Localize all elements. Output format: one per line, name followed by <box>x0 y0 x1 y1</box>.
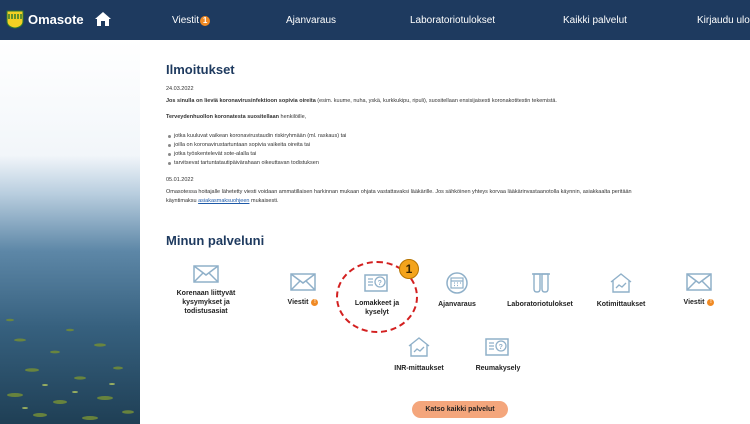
announcement-lead: Jos sinulla on lieviä koronavirusinfekti… <box>166 98 557 104</box>
nav-appointments[interactable]: Ajanvaraus <box>286 15 336 26</box>
alert-badge: ! <box>311 299 319 306</box>
envelope-icon <box>193 265 219 283</box>
service-tile-label: Korenaan liittyvät <box>176 290 236 297</box>
app-name[interactable]: Omasote <box>28 12 84 27</box>
service-tile-label: kysymykset ja <box>182 299 230 306</box>
main-content: Ilmoitukset 24.03.2022 Jos sinulla on li… <box>166 40 750 424</box>
announcements-title: Ilmoitukset <box>166 62 235 77</box>
see-all-services-button[interactable]: Katso kaikki palvelut <box>412 401 508 418</box>
list-item: jotka työskentelevät sote-alalla tai <box>166 150 346 159</box>
service-tile-label: Viestit <box>287 299 309 306</box>
home-chart-icon <box>610 273 632 293</box>
service-tile-label: INR-mittaukset <box>394 365 444 372</box>
lake-banner-image <box>0 40 140 424</box>
announcement-text-post: mukaisesti. <box>249 198 279 204</box>
my-services-title: Minun palveluni <box>166 233 265 248</box>
fee-instructions-link[interactable]: asiakasmaksuohjeen <box>198 198 249 204</box>
announcement-lead-rest: (esim. kuume, nuha, yskä, kurkkukipu, ri… <box>315 98 557 104</box>
service-tile-label-row: Viestit! <box>278 298 328 307</box>
service-tile-label: Viestit <box>683 299 705 306</box>
nav-messages[interactable]: Viestit 1 <box>172 15 211 26</box>
form-question-icon: ? <box>485 338 509 356</box>
announcement-sub-bold: Terveydenhuollon koronatesta suositellaa… <box>166 114 279 120</box>
svg-text:?: ? <box>499 344 503 351</box>
nav-logout[interactable]: Kirjaudu ulos <box>697 15 750 26</box>
announcement-text-line2: käyntimaksu asiakasmaksuohjeen mukaisest… <box>166 198 279 204</box>
announcement-sub-rest: henkilöille, <box>278 114 307 120</box>
messages-count-badge: 1 <box>200 16 211 26</box>
calendar-icon <box>446 272 468 294</box>
test-tubes-icon <box>532 273 550 293</box>
service-tile-inr[interactable]: INR-mittaukset <box>388 336 450 373</box>
service-tile-label: Ajanvaraus <box>438 301 476 308</box>
envelope-icon <box>290 273 316 291</box>
announcement-text: Omasotessa hoitajalle lähetetty viesti v… <box>166 189 632 195</box>
service-tile-label: Laboratoriotulokset <box>507 301 573 308</box>
service-tile-appointments[interactable]: Ajanvaraus <box>430 272 484 309</box>
nav-all-services[interactable]: Kaikki palvelut <box>563 15 627 26</box>
service-tile-corona[interactable]: Korenaan liittyvät kysymykset ja todistu… <box>168 264 244 316</box>
announcement-text-pre: käyntimaksu <box>166 198 199 204</box>
list-item: jotka kuuluvat vaikean koronavirustaudin… <box>166 132 346 141</box>
service-tile-label: todistusasiat <box>184 308 228 315</box>
step-number-badge: 1 <box>399 259 419 279</box>
service-tile-label-row: Viestit! <box>674 298 724 307</box>
service-tile-lab-results[interactable]: Laboratoriotulokset <box>502 272 578 309</box>
list-item: joilla on koronavirustartuntaan sopivia … <box>166 141 346 150</box>
service-tile-label: Kotimittaukset <box>596 301 646 308</box>
announcement-date: 24.03.2022 <box>166 86 194 92</box>
service-tile-messages-2[interactable]: Viestit! <box>674 272 724 307</box>
service-tile-messages[interactable]: Viestit! <box>278 272 328 307</box>
service-tile-rheuma[interactable]: ? Reumakysely <box>470 336 526 373</box>
home-chart-icon <box>408 337 430 357</box>
home-icon[interactable] <box>94 10 112 28</box>
nav-messages-label: Viestit <box>172 15 200 26</box>
nav-lab-results[interactable]: Laboratoriotulokset <box>410 15 495 26</box>
top-navigation-bar: Omasote Viestit 1 Ajanvaraus Laboratoriot… <box>0 0 750 40</box>
service-tile-home-measurements[interactable]: Kotimittaukset <box>590 272 652 309</box>
service-tile-label: Reumakysely <box>475 365 521 372</box>
announcement-lead-bold: Jos sinulla on lieviä koronavirusinfekti… <box>166 98 316 104</box>
list-item: tarvitsevat tartuntatautipäivärahaan oik… <box>166 159 346 168</box>
announcement-sub: Terveydenhuollon koronatesta suositellaa… <box>166 114 306 120</box>
announcement-bullet-list: jotka kuuluvat vaikean koronavirustaudin… <box>166 132 346 168</box>
announcement-date: 05.01.2022 <box>166 177 194 183</box>
omasote-logo-icon[interactable] <box>6 10 24 29</box>
alert-badge: ! <box>707 299 715 306</box>
envelope-icon <box>686 273 712 291</box>
